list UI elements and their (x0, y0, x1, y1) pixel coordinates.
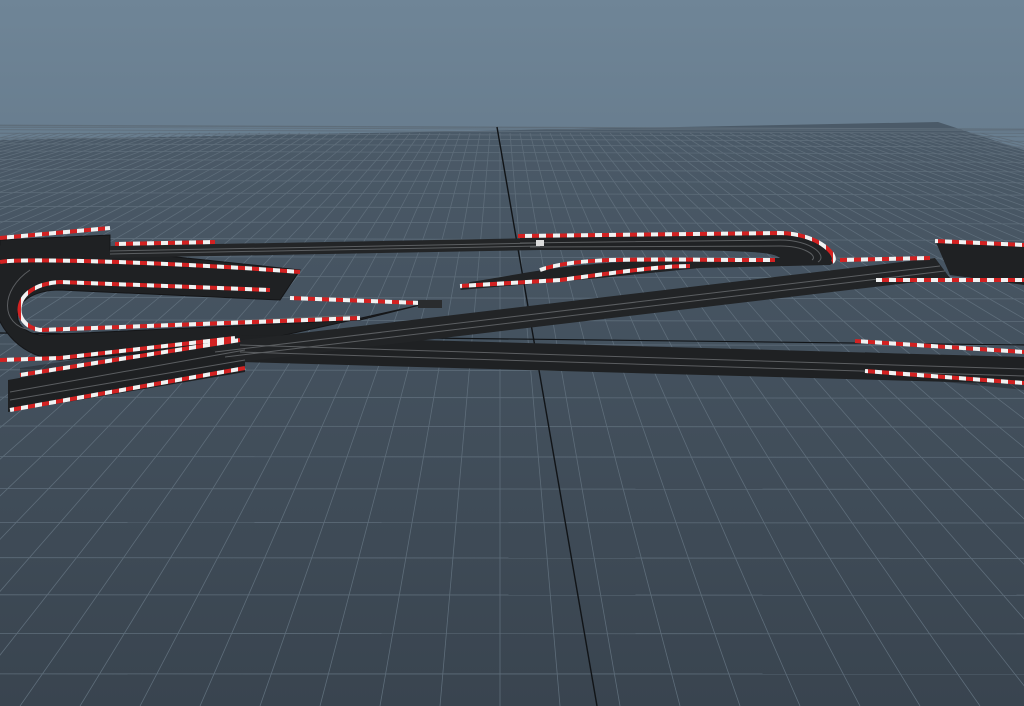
viewport-scene[interactable] (0, 0, 1024, 706)
curb-top-left-inner (114, 240, 216, 246)
curb-right-top (839, 256, 931, 262)
crossing-plate (418, 300, 442, 308)
start-line-marker (536, 240, 544, 246)
ground-plane (0, 122, 1024, 706)
3d-viewport[interactable] (0, 0, 1024, 706)
